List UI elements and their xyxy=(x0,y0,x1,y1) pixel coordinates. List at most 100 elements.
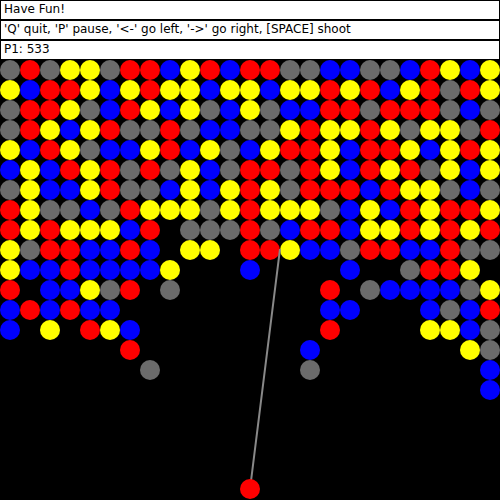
bubble xyxy=(20,140,40,160)
bubble xyxy=(300,200,320,220)
bubble xyxy=(40,320,60,340)
bubble xyxy=(240,100,260,120)
bubble xyxy=(180,180,200,200)
bubble xyxy=(480,240,500,260)
bubble xyxy=(0,60,20,80)
bubble xyxy=(200,60,220,80)
bubble xyxy=(240,240,260,260)
bubble xyxy=(240,60,260,80)
bubble xyxy=(60,100,80,120)
bubble xyxy=(320,180,340,200)
bubble xyxy=(340,240,360,260)
bubble xyxy=(120,160,140,180)
bubble xyxy=(480,140,500,160)
bubble xyxy=(480,280,500,300)
bubble xyxy=(300,60,320,80)
bubble xyxy=(400,160,420,180)
bubble xyxy=(60,280,80,300)
bubble xyxy=(240,80,260,100)
bubble xyxy=(180,240,200,260)
bubble xyxy=(360,60,380,80)
bubble xyxy=(480,80,500,100)
bubble xyxy=(80,200,100,220)
bubble xyxy=(140,120,160,140)
bubble xyxy=(60,140,80,160)
bubble xyxy=(0,220,20,240)
bubble xyxy=(280,160,300,180)
bubble xyxy=(20,120,40,140)
bubble xyxy=(60,260,80,280)
bubble xyxy=(40,100,60,120)
bubble xyxy=(80,160,100,180)
bubble xyxy=(260,180,280,200)
bubble xyxy=(400,180,420,200)
bubble xyxy=(320,120,340,140)
bubble xyxy=(220,60,240,80)
bubble xyxy=(60,220,80,240)
bubble xyxy=(0,80,20,100)
bubble xyxy=(20,80,40,100)
bubble xyxy=(320,160,340,180)
bubble xyxy=(340,220,360,240)
bubble xyxy=(380,240,400,260)
bubble xyxy=(400,240,420,260)
bubble xyxy=(300,120,320,140)
bubble xyxy=(60,80,80,100)
bubble xyxy=(260,80,280,100)
bubble xyxy=(240,200,260,220)
bubble xyxy=(360,280,380,300)
bubble xyxy=(280,60,300,80)
bubble xyxy=(320,200,340,220)
bubble xyxy=(100,60,120,80)
bubble xyxy=(480,60,500,80)
bubble xyxy=(360,240,380,260)
bubble xyxy=(460,100,480,120)
bubble xyxy=(200,160,220,180)
bubble xyxy=(400,280,420,300)
bubble xyxy=(360,100,380,120)
bubble xyxy=(120,220,140,240)
bubble xyxy=(320,220,340,240)
bubble xyxy=(180,160,200,180)
bubble xyxy=(360,160,380,180)
bubble xyxy=(320,280,340,300)
bubble xyxy=(420,120,440,140)
bubble xyxy=(300,180,320,200)
bubble xyxy=(80,220,100,240)
bubble xyxy=(300,240,320,260)
bubble xyxy=(380,80,400,100)
bubble xyxy=(100,240,120,260)
bubble xyxy=(460,340,480,360)
bubble xyxy=(400,80,420,100)
help-bar: 'Q' quit, 'P' pause, '<-' go left, '->' … xyxy=(0,20,500,40)
bubble xyxy=(240,220,260,240)
bubble xyxy=(420,80,440,100)
bubble xyxy=(420,200,440,220)
bubble xyxy=(460,200,480,220)
bubble xyxy=(360,200,380,220)
bubble xyxy=(100,300,120,320)
bubble xyxy=(180,100,200,120)
bubble xyxy=(460,320,480,340)
bubble xyxy=(300,80,320,100)
bubble xyxy=(100,160,120,180)
bubble xyxy=(80,60,100,80)
bubble xyxy=(100,200,120,220)
bubble xyxy=(100,320,120,340)
bubble xyxy=(40,120,60,140)
bubble xyxy=(0,300,20,320)
bubble xyxy=(180,200,200,220)
bubble xyxy=(380,120,400,140)
bubble xyxy=(80,120,100,140)
bubble xyxy=(60,300,80,320)
shooter-bubble[interactable] xyxy=(240,479,260,499)
bubble xyxy=(420,140,440,160)
bubble xyxy=(460,260,480,280)
bubble xyxy=(260,120,280,140)
bubble xyxy=(160,160,180,180)
bubble xyxy=(320,80,340,100)
play-field[interactable] xyxy=(0,60,500,500)
bubble xyxy=(220,200,240,220)
bubble xyxy=(240,160,260,180)
bubble xyxy=(160,260,180,280)
